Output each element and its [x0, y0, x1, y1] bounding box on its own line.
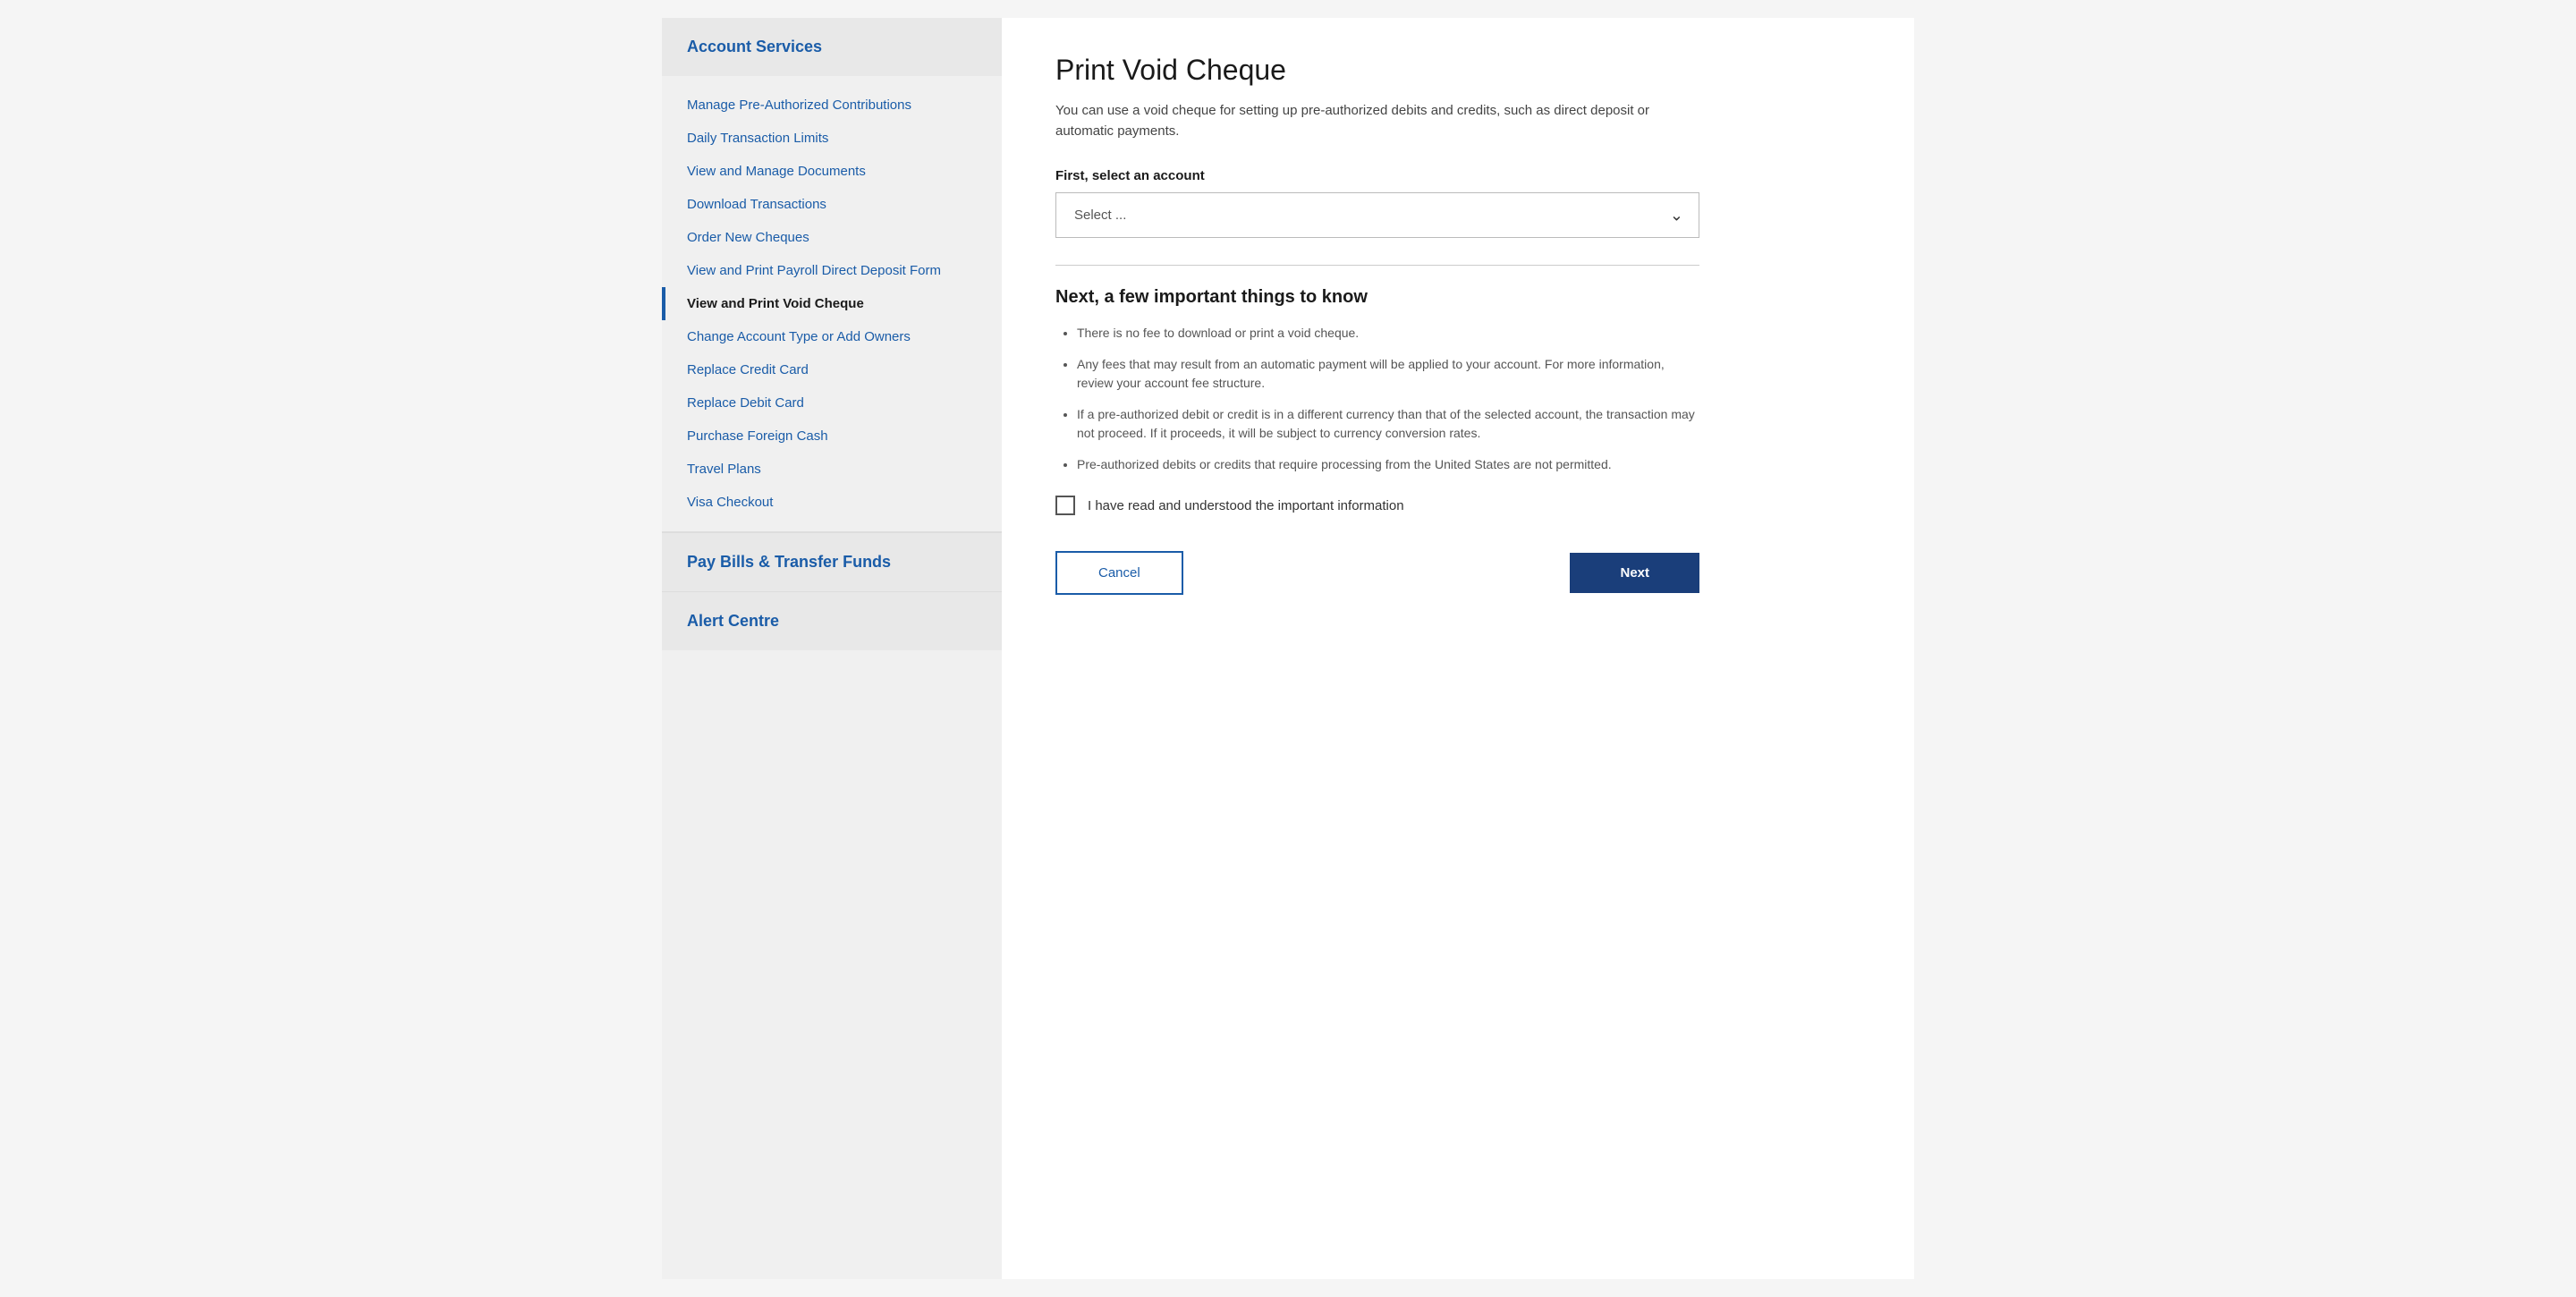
sidebar-item-manage-pre-authorized[interactable]: Manage Pre-Authorized Contributions: [662, 89, 1002, 122]
info-section-title: Next, a few important things to know: [1055, 287, 1699, 308]
next-button[interactable]: Next: [1570, 553, 1699, 593]
info-bullets-list: There is no fee to download or print a v…: [1055, 324, 1699, 474]
alert-centre-footer[interactable]: Alert Centre: [662, 591, 1002, 650]
sidebar-item-download-transactions[interactable]: Download Transactions: [662, 188, 1002, 221]
sidebar-link-view-print-payroll[interactable]: View and Print Payroll Direct Deposit Fo…: [662, 254, 1002, 287]
sidebar-link-view-print-void-cheque[interactable]: View and Print Void Cheque: [665, 287, 1002, 320]
sidebar-link-purchase-foreign-cash[interactable]: Purchase Foreign Cash: [662, 420, 1002, 453]
sidebar-item-replace-credit-card[interactable]: Replace Credit Card: [662, 353, 1002, 386]
info-bullet-3: Pre-authorized debits or credits that re…: [1077, 455, 1699, 474]
sidebar-link-daily-transaction-limits[interactable]: Daily Transaction Limits: [662, 122, 1002, 155]
sidebar-item-order-new-cheques[interactable]: Order New Cheques: [662, 221, 1002, 254]
sidebar: Account Services Manage Pre-Authorized C…: [662, 18, 1002, 1279]
account-services-header: Account Services: [662, 18, 1002, 76]
checkbox-label: I have read and understood the important…: [1088, 498, 1404, 513]
sidebar-link-replace-debit-card[interactable]: Replace Debit Card: [662, 386, 1002, 420]
page-title: Print Void Cheque: [1055, 54, 1860, 87]
acknowledge-checkbox[interactable]: [1055, 496, 1075, 515]
section-divider: [1055, 265, 1699, 266]
main-content: Print Void Cheque You can use a void che…: [1002, 18, 1914, 1279]
sidebar-nav: Manage Pre-Authorized ContributionsDaily…: [662, 76, 1002, 531]
info-bullet-1: Any fees that may result from an automat…: [1077, 355, 1699, 393]
sidebar-item-view-manage-documents[interactable]: View and Manage Documents: [662, 155, 1002, 188]
sidebar-link-change-account-type[interactable]: Change Account Type or Add Owners: [662, 320, 1002, 353]
sidebar-item-daily-transaction-limits[interactable]: Daily Transaction Limits: [662, 122, 1002, 155]
sidebar-link-visa-checkout[interactable]: Visa Checkout: [662, 486, 1002, 519]
sidebar-link-order-new-cheques[interactable]: Order New Cheques: [662, 221, 1002, 254]
sidebar-item-travel-plans[interactable]: Travel Plans: [662, 453, 1002, 486]
info-section: Next, a few important things to know The…: [1055, 287, 1699, 515]
checkbox-row: I have read and understood the important…: [1055, 496, 1699, 515]
info-bullet-2: If a pre-authorized debit or credit is i…: [1077, 405, 1699, 443]
pay-bills-footer[interactable]: Pay Bills & Transfer Funds: [662, 532, 1002, 591]
sidebar-item-purchase-foreign-cash[interactable]: Purchase Foreign Cash: [662, 420, 1002, 453]
info-bullet-0: There is no fee to download or print a v…: [1077, 324, 1699, 343]
account-select-wrapper: Select ... ⌄: [1055, 192, 1699, 238]
cancel-button[interactable]: Cancel: [1055, 551, 1183, 595]
select-account-label: First, select an account: [1055, 168, 1860, 183]
sidebar-item-change-account-type[interactable]: Change Account Type or Add Owners: [662, 320, 1002, 353]
sidebar-item-view-print-void-cheque[interactable]: View and Print Void Cheque: [662, 287, 1002, 320]
sidebar-link-view-manage-documents[interactable]: View and Manage Documents: [662, 155, 1002, 188]
sidebar-link-replace-credit-card[interactable]: Replace Credit Card: [662, 353, 1002, 386]
page-description: You can use a void cheque for setting up…: [1055, 101, 1699, 141]
sidebar-link-download-transactions[interactable]: Download Transactions: [662, 188, 1002, 221]
sidebar-link-manage-pre-authorized[interactable]: Manage Pre-Authorized Contributions: [662, 89, 1002, 122]
sidebar-item-view-print-payroll[interactable]: View and Print Payroll Direct Deposit Fo…: [662, 254, 1002, 287]
sidebar-item-replace-debit-card[interactable]: Replace Debit Card: [662, 386, 1002, 420]
account-select[interactable]: Select ...: [1055, 192, 1699, 238]
account-services-section: Account Services Manage Pre-Authorized C…: [662, 18, 1002, 532]
sidebar-item-visa-checkout[interactable]: Visa Checkout: [662, 486, 1002, 519]
button-row: Cancel Next: [1055, 551, 1699, 595]
sidebar-link-travel-plans[interactable]: Travel Plans: [662, 453, 1002, 486]
